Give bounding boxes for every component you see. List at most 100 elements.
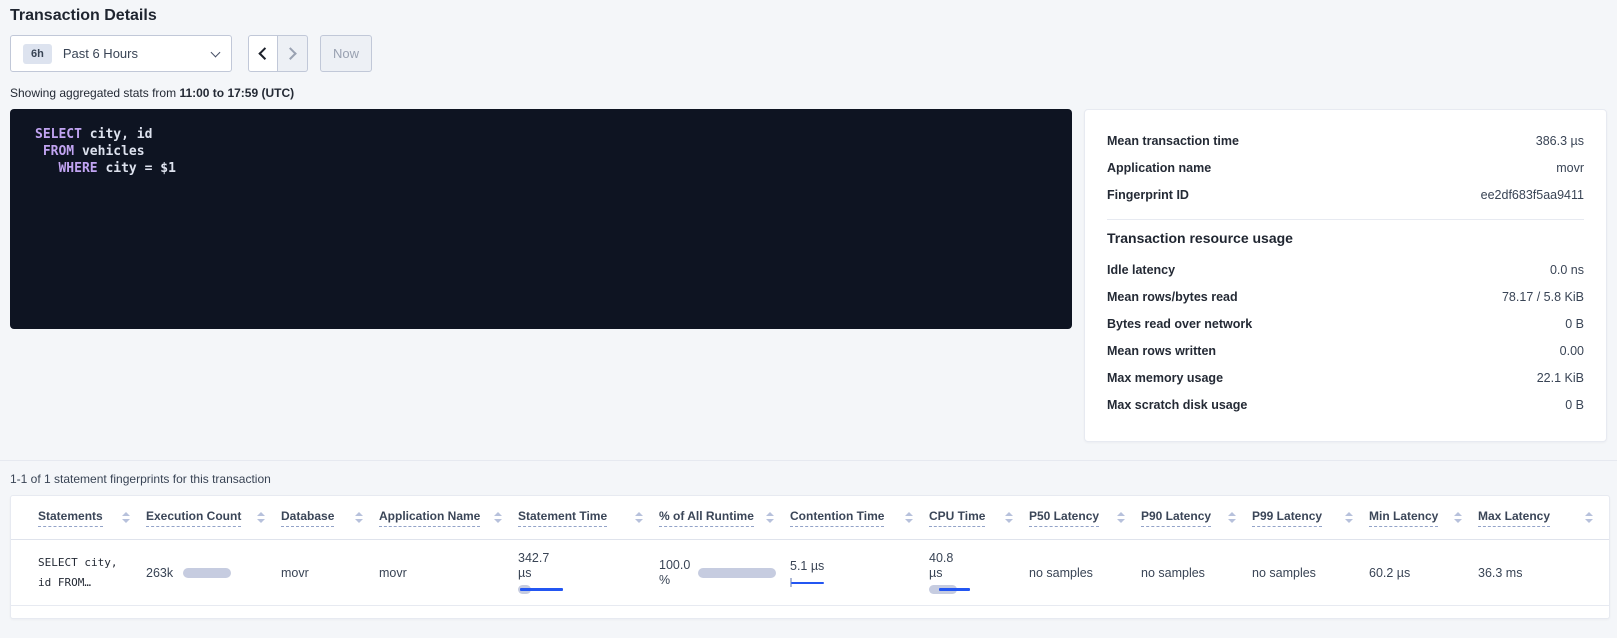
header-p90-latency: P90 Latency [1141,496,1252,539]
contention-time-value: 5.1 µs [790,559,824,574]
header-label[interactable]: Max Latency [1478,509,1550,527]
transaction-sql-box: SELECT city, id FROM vehicles WHERE city… [10,109,1072,329]
sort-icon[interactable] [1454,512,1462,523]
sort-icon[interactable] [1117,512,1125,523]
sort-icon[interactable] [1005,512,1013,523]
header-label[interactable]: Statement Time [518,509,607,527]
sql-line: WHERE city = $1 [35,160,1047,177]
sql-keyword: FROM [43,144,74,159]
header-label[interactable]: Database [281,509,334,527]
time-range-label: Past 6 Hours [63,46,138,61]
summary-value: 0.00 [1560,344,1584,358]
summary-row: Fingerprint ID ee2df683f5aa9411 [1107,181,1584,208]
time-range-dropdown[interactable]: 6h Past 6 Hours [10,35,232,72]
stats-note-prefix: Showing aggregated stats from [10,86,179,100]
header-label[interactable]: Statements [38,509,103,527]
statement-count-note: 1-1 of 1 statement fingerprints for this… [10,472,1607,486]
sort-icon[interactable] [257,512,265,523]
summary-label: Mean rows written [1107,344,1216,358]
statement-text-line: SELECT city, [38,553,117,573]
sql-keyword: WHERE [58,161,97,176]
statement-text-line: id FROM… [38,573,117,593]
summary-label: Bytes read over network [1107,317,1252,331]
chevron-right-icon [285,47,298,60]
summary-value: 0.0 ns [1550,263,1584,277]
time-nav-group [248,35,308,72]
header-min-latency: Min Latency [1369,496,1478,539]
header-max-latency: Max Latency [1478,496,1609,539]
header-statement-time: Statement Time [518,496,659,539]
header-label[interactable]: Min Latency [1369,509,1438,527]
sql-line: FROM vehicles [35,143,1047,160]
sql-text: city = $1 [98,161,176,176]
header-p99-latency: P99 Latency [1252,496,1369,539]
time-range-badge: 6h [23,44,52,64]
page-title: Transaction Details [10,0,1607,25]
statement-time-cell: 342.7 µs [518,540,659,605]
summary-label: Fingerprint ID [1107,188,1189,202]
prev-time-button[interactable] [248,35,278,72]
sort-icon[interactable] [905,512,913,523]
sort-icon[interactable] [1228,512,1236,523]
execution-count-bar [183,568,231,578]
resource-usage-title: Transaction resource usage [1107,230,1584,246]
header-label[interactable]: Application Name [379,509,480,527]
summary-value: ee2df683f5aa9411 [1481,188,1584,202]
sort-icon[interactable] [122,512,130,523]
sort-icon[interactable] [1585,512,1593,523]
pct-runtime-cell: 100.0 % [659,540,790,605]
p99-latency-cell: no samples [1252,540,1369,605]
header-label[interactable]: P99 Latency [1252,509,1322,527]
summary-divider [1107,219,1584,220]
sort-icon[interactable] [766,512,774,523]
sort-icon[interactable] [355,512,363,523]
database-cell: movr [281,540,379,605]
header-p50-latency: P50 Latency [1029,496,1141,539]
p50-latency-cell: no samples [1029,540,1141,605]
cpu-time-bar [929,585,979,595]
sql-line: SELECT city, id [35,126,1047,143]
pct-runtime-bar [698,568,776,578]
summary-label: Max memory usage [1107,371,1223,385]
header-label[interactable]: Execution Count [146,509,241,527]
stats-note-range: 11:00 to 17:59 (UTC) [179,86,294,100]
header-cpu-time: CPU Time [929,496,1029,539]
summary-row: Mean rows/bytes read 78.17 / 5.8 KiB [1107,283,1584,310]
time-controls: 6h Past 6 Hours Now [10,35,1607,72]
summary-label: Application name [1107,161,1211,175]
next-time-button[interactable] [278,35,308,72]
summary-row: Mean transaction time 386.3 µs [1107,127,1584,154]
header-label[interactable]: Contention Time [790,509,884,527]
header-label[interactable]: P90 Latency [1141,509,1211,527]
header-label[interactable]: CPU Time [929,509,985,527]
header-execution-count: Execution Count [146,496,281,539]
cpu-time-unit: µs [929,566,942,581]
p90-latency-cell: no samples [1141,540,1252,605]
statement-time-value: 342.7 [518,551,549,566]
summary-row: Application name movr [1107,154,1584,181]
summary-row: Max scratch disk usage 0 B [1107,391,1584,418]
sql-text: vehicles [74,144,144,159]
now-button[interactable]: Now [320,35,372,72]
header-contention-time: Contention Time [790,496,929,539]
execution-count-value: 263k [146,566,173,580]
pct-runtime-value: 100.0 [659,558,690,573]
sort-icon[interactable] [1345,512,1353,523]
summary-label: Max scratch disk usage [1107,398,1247,412]
sort-icon[interactable] [494,512,502,523]
summary-row: Max memory usage 22.1 KiB [1107,364,1584,391]
header-label[interactable]: % of All Runtime [659,509,754,527]
header-label[interactable]: P50 Latency [1029,509,1099,527]
sql-text: city, id [82,127,152,142]
statements-table: Statements Execution Count Database Appl… [10,495,1610,619]
sql-indent [35,144,43,159]
statements-table-header: Statements Execution Count Database Appl… [11,496,1609,540]
statement-time-unit: µs [518,566,531,581]
statement-link[interactable]: SELECT city, id FROM… [38,553,117,593]
header-application-name: Application Name [379,496,518,539]
min-latency-cell: 60.2 µs [1369,540,1478,605]
summary-label: Idle latency [1107,263,1175,277]
max-latency-cell: 36.3 ms [1478,540,1609,605]
sort-icon[interactable] [635,512,643,523]
section-divider [0,460,1617,461]
